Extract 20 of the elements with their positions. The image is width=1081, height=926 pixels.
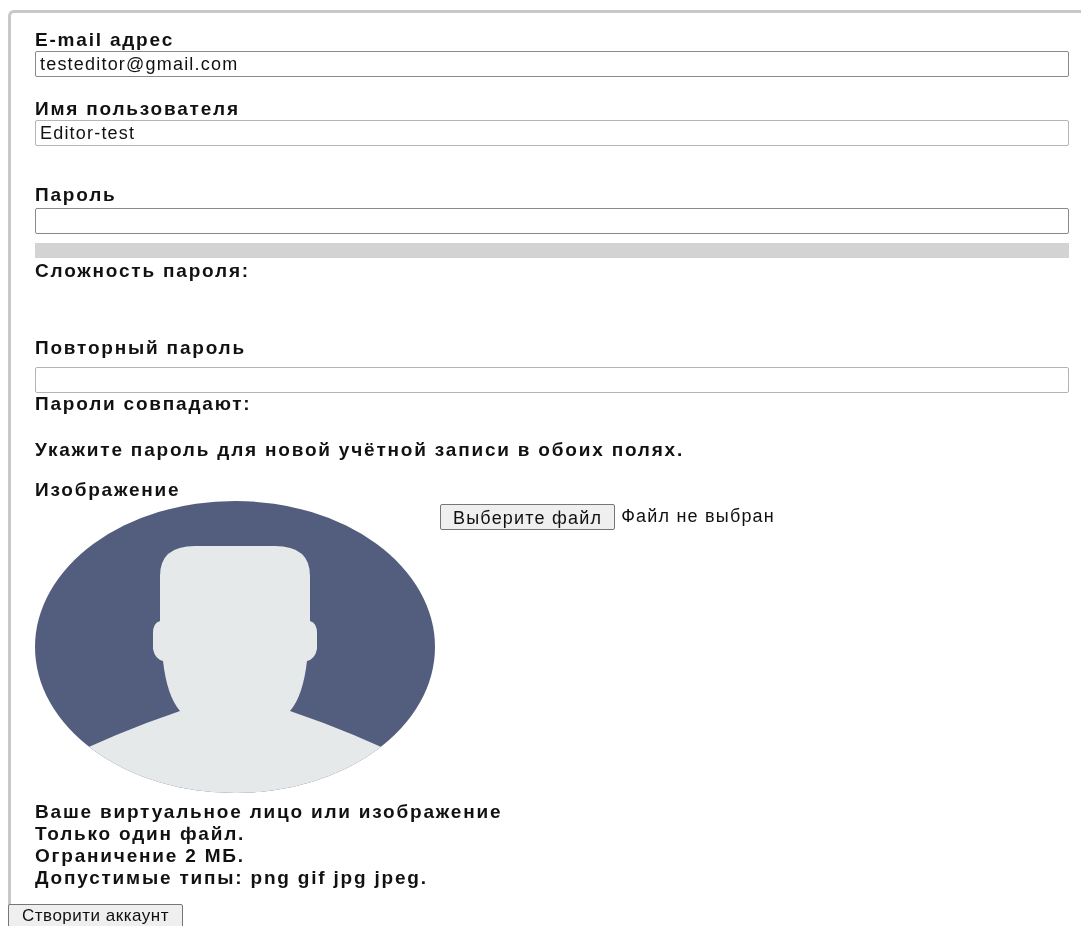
text-field[interactable]: Editor-test [35, 120, 1069, 146]
image-note: Только один файл. [35, 823, 247, 845]
field-label: Повторный пароль [35, 337, 247, 359]
field-label: Изображение [35, 479, 182, 501]
field-label: E-mail адрес [35, 29, 175, 51]
field-label: Имя пользователя [35, 98, 241, 120]
avatar-placeholder-icon [35, 501, 435, 793]
create-account-button[interactable]: Створити аккаунт [8, 904, 183, 926]
strength-label: Сложность пароля: [35, 260, 251, 282]
text-field[interactable]: testeditor@gmail.com [35, 51, 1069, 77]
image-note: Ограничение 2 МБ. [35, 845, 246, 867]
password-field[interactable] [35, 367, 1069, 393]
choose-file-button[interactable]: Выберите файл [440, 503, 616, 530]
file-status: Файл не выбран [621, 505, 775, 528]
image-note: Ваше виртуальное лицо или изображение [35, 801, 504, 823]
image-note: Допустимые типы: png gif jpg jpeg. [35, 867, 429, 889]
match-label: Пароли совпадают: [35, 393, 253, 415]
field-label: Пароль [35, 184, 118, 206]
password-field[interactable] [35, 208, 1069, 234]
password-hint: Укажите пароль для новой учётной записи в обоих полях. [35, 439, 686, 461]
